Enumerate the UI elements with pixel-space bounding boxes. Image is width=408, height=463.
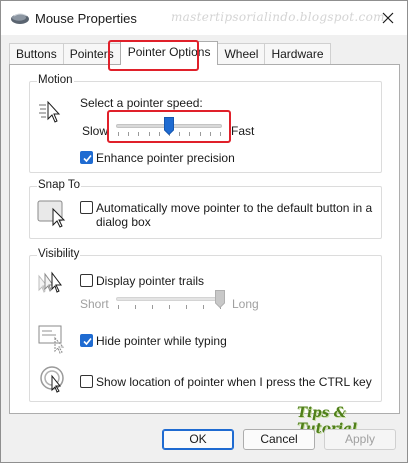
close-button[interactable] (377, 7, 399, 29)
visibility-group-label: Visibility (37, 248, 81, 260)
snap-to-label-line1: Automatically move pointer to the defaul… (96, 201, 373, 215)
ok-button[interactable]: OK (162, 429, 234, 450)
trail-length-track[interactable] (116, 297, 222, 301)
pointer-trails-label: Display pointer trails (96, 274, 205, 288)
trail-length-ticks (118, 305, 221, 309)
checkmark-icon (83, 337, 92, 346)
slider-tick (118, 305, 119, 309)
slider-tick (179, 132, 181, 136)
slider-tick (189, 132, 191, 136)
snap-to-label-line2: dialog box (96, 215, 151, 229)
pointer-location-icon (40, 366, 68, 397)
hide-pointer-label: Hide pointer while typing (96, 334, 227, 348)
slider-tick (203, 305, 204, 309)
snap-to-group-label: Snap To (37, 179, 81, 191)
fast-label: Fast (231, 124, 255, 138)
watermark-text: mastertipsorialindo.blogspot.com (171, 10, 385, 24)
slow-label: Slow (82, 124, 109, 138)
snap-to-icon (37, 198, 69, 231)
slider-tick (152, 305, 153, 309)
hide-pointer-icon (37, 323, 69, 358)
mouse-icon (10, 10, 30, 26)
slider-tick (118, 132, 119, 136)
slider-tick (148, 132, 150, 136)
slider-tick (128, 132, 130, 136)
apply-button[interactable]: Apply (324, 429, 396, 450)
enhance-precision-checkbox[interactable] (80, 151, 93, 164)
window-title: Mouse Properties (35, 11, 137, 26)
slider-tick (199, 132, 201, 136)
short-label: Short (80, 297, 109, 311)
slider-tick (186, 305, 187, 309)
tab-pointer-options[interactable]: Pointer Options (119, 41, 219, 65)
tab-pointers[interactable]: Pointers (62, 43, 121, 65)
pointer-speed-slider-thumb[interactable] (164, 117, 174, 136)
trail-length-slider-thumb[interactable] (215, 290, 225, 309)
tab-wheel[interactable]: Wheel (217, 43, 266, 65)
pointer-speed-icon (38, 99, 62, 128)
slider-tick (209, 132, 211, 136)
slider-tick (220, 132, 221, 136)
tab-buttons[interactable]: Buttons (9, 43, 64, 65)
hide-pointer-checkbox[interactable] (80, 334, 93, 347)
tab-panel-pointer-options: Motion Select a pointer speed: Slow Fast… (9, 64, 400, 414)
slider-tick (135, 305, 136, 309)
pointer-trails-checkbox[interactable] (80, 274, 93, 287)
motion-group-label: Motion (37, 74, 74, 86)
snap-to-default-checkbox[interactable] (80, 201, 93, 214)
mouse-properties-dialog: Mouse Properties mastertipsorialindo.blo… (0, 0, 408, 463)
long-label: Long (232, 297, 259, 311)
title-bar[interactable]: Mouse Properties mastertipsorialindo.blo… (1, 1, 407, 35)
show-location-ctrl-checkbox[interactable] (80, 375, 93, 388)
tab-hardware[interactable]: Hardware (264, 43, 331, 65)
close-icon (382, 12, 394, 24)
show-location-ctrl-label: Show location of pointer when I press th… (96, 375, 372, 389)
slider-tick (158, 132, 160, 136)
enhance-precision-label: Enhance pointer precision (96, 151, 235, 165)
slider-tick (169, 305, 170, 309)
slider-tick (138, 132, 140, 136)
pointer-speed-label: Select a pointer speed: (80, 96, 203, 110)
cancel-button[interactable]: Cancel (243, 429, 315, 450)
tab-strip: Buttons Pointers Pointer Options Wheel H… (9, 41, 331, 65)
pointer-trails-icon (37, 270, 69, 303)
checkmark-icon (83, 154, 92, 163)
